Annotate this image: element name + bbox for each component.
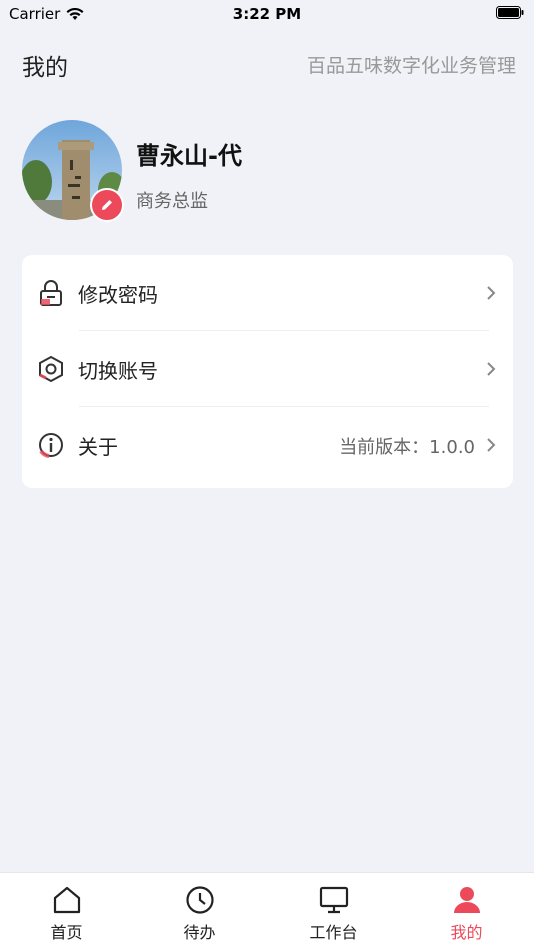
clock-icon [185, 886, 214, 914]
tab-home[interactable]: 首页 [0, 873, 133, 951]
edit-avatar-button[interactable] [90, 188, 124, 222]
monitor-icon [319, 886, 348, 914]
chevron-right-icon [487, 286, 496, 300]
switch-account-icon [39, 355, 63, 383]
info-icon [39, 433, 63, 458]
lock-icon [40, 280, 62, 306]
status-bar: Carrier 3:22 PM [0, 0, 534, 28]
chevron-right-icon [487, 438, 496, 452]
tab-todo[interactable]: 待办 [133, 873, 266, 951]
change-password-label: 修改密码 [78, 283, 158, 307]
about-label: 关于 [78, 435, 118, 459]
tab-todo-label: 待办 [183, 923, 216, 942]
user-icon [453, 887, 480, 913]
about-row[interactable]: 关于 当前版本：1.0.0 [22, 407, 513, 483]
switch-account-row[interactable]: 切换账号 [22, 331, 513, 407]
tab-mine[interactable]: 我的 [400, 873, 533, 951]
tab-workbench[interactable]: 工作台 [267, 873, 400, 951]
tab-bar: 首页 待办 工作台 我的 [0, 872, 534, 951]
app-version: 当前版本：1.0.0 [339, 437, 475, 458]
status-time: 3:22 PM [232, 5, 302, 23]
chevron-right-icon [487, 362, 496, 376]
change-password-row[interactable]: 修改密码 [22, 255, 513, 331]
battery-icon [496, 6, 524, 19]
home-icon [53, 886, 80, 914]
tab-mine-label: 我的 [450, 923, 483, 942]
tab-home-label: 首页 [50, 923, 83, 942]
app-subtitle: 百品五味数字化业务管理 [306, 55, 516, 77]
pencil-icon [102, 200, 112, 210]
switch-account-label: 切换账号 [78, 359, 158, 383]
page-header: 我的 百品五味数字化业务管理 [0, 38, 534, 88]
user-name: 曹永山-代 [136, 142, 242, 170]
user-role: 商务总监 [136, 191, 208, 212]
page-title: 我的 [22, 55, 68, 81]
settings-card: 修改密码 切换账号 关于 当前版本：1.0.0 [22, 255, 513, 488]
tab-workbench-label: 工作台 [309, 923, 358, 942]
